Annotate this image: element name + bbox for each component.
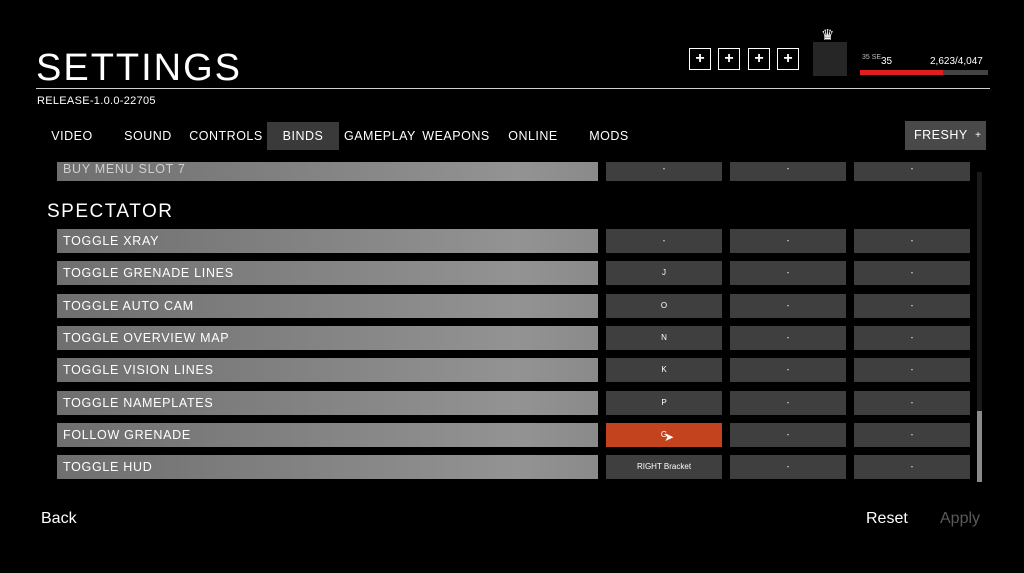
bind-key-tertiary[interactable]: -	[854, 455, 970, 479]
tab-controls[interactable]: CONTROLS	[188, 122, 264, 150]
xp-text: 2,623/4,047	[930, 56, 983, 67]
page-title: SETTINGS	[36, 47, 243, 89]
bind-key-primary[interactable]: K	[606, 358, 722, 382]
tab-binds[interactable]: BINDS	[267, 122, 339, 150]
version-label: RELEASE-1.0.0-22705	[37, 95, 156, 107]
bind-row[interactable]: TOGGLE OVERVIEW MAP N - -	[0, 326, 1024, 350]
bind-key-tertiary[interactable]: -	[854, 391, 970, 415]
bind-label: TOGGLE XRAY	[57, 229, 598, 253]
bind-key-secondary[interactable]: -	[730, 294, 846, 318]
bind-row[interactable]: TOGGLE HUD RIGHT Bracket - -	[0, 455, 1024, 479]
add-slot-button-1[interactable]: +	[689, 48, 711, 70]
bind-key-secondary[interactable]: -	[730, 229, 846, 253]
bind-key-primary[interactable]: J	[606, 261, 722, 285]
tab-mods[interactable]: MODS	[578, 122, 640, 150]
header-divider	[36, 88, 990, 89]
bind-label: TOGGLE VISION LINES	[57, 358, 598, 382]
bind-key-secondary[interactable]: -	[730, 162, 846, 181]
bind-key-secondary[interactable]: -	[730, 261, 846, 285]
bind-label: TOGGLE OVERVIEW MAP	[57, 326, 598, 350]
bind-row[interactable]: TOGGLE AUTO CAM O - -	[0, 294, 1024, 318]
bind-key-primary[interactable]: RIGHT Bracket	[606, 455, 722, 479]
add-slot-button-2[interactable]: +	[718, 48, 740, 70]
bind-row[interactable]: TOGGLE GRENADE LINES J - -	[0, 261, 1024, 285]
reset-button[interactable]: Reset	[866, 510, 908, 528]
bind-label: FOLLOW GRENADE	[57, 423, 598, 447]
bind-key-tertiary[interactable]: -	[854, 162, 970, 181]
bind-key-primary[interactable]: N	[606, 326, 722, 350]
bind-row-selected[interactable]: FOLLOW GRENADE G - -	[0, 423, 1024, 447]
add-slot-button-3[interactable]: +	[748, 48, 770, 70]
tab-gameplay[interactable]: GAMEPLAY	[344, 122, 415, 150]
bind-label: TOGGLE HUD	[57, 455, 598, 479]
partial-row-clip: BUY MENU SLOT 7 - - -	[0, 162, 1024, 182]
bind-label: TOGGLE NAMEPLATES	[57, 391, 598, 415]
bind-row[interactable]: TOGGLE XRAY - - -	[0, 229, 1024, 253]
profile-name: FRESHY	[914, 128, 968, 142]
rank-icon-text: 35 SE	[862, 54, 882, 61]
bind-label: BUY MENU SLOT 7	[57, 162, 598, 181]
bind-key-secondary[interactable]: -	[730, 326, 846, 350]
binds-list: TOGGLE XRAY - - - TOGGLE GRENADE LINES J…	[0, 229, 1024, 489]
bind-key-tertiary[interactable]: -	[854, 229, 970, 253]
tab-online[interactable]: ONLINE	[498, 122, 568, 150]
avatar[interactable]	[813, 42, 847, 76]
bind-key-secondary[interactable]: -	[730, 455, 846, 479]
bind-key-tertiary[interactable]: -	[854, 294, 970, 318]
crown-icon: ♛	[821, 27, 835, 44]
apply-button[interactable]: Apply	[940, 510, 980, 528]
bind-key-tertiary[interactable]: -	[854, 358, 970, 382]
tab-weapons[interactable]: WEAPONS	[421, 122, 491, 150]
player-level: 35	[881, 56, 893, 67]
bind-key-secondary[interactable]: -	[730, 423, 846, 447]
rank-icon: 35 SE	[862, 54, 881, 61]
mouse-cursor-icon: ➤	[664, 430, 675, 444]
bind-key-primary[interactable]: P	[606, 391, 722, 415]
bind-label: TOGGLE GRENADE LINES	[57, 261, 598, 285]
bind-label: TOGGLE AUTO CAM	[57, 294, 598, 318]
bind-key-tertiary[interactable]: -	[854, 326, 970, 350]
bind-key-secondary[interactable]: -	[730, 358, 846, 382]
profile-selector[interactable]: FRESHY +	[905, 121, 986, 150]
bind-key-tertiary[interactable]: -	[854, 423, 970, 447]
section-title: SPECTATOR	[47, 201, 174, 222]
bind-key-tertiary[interactable]: -	[854, 261, 970, 285]
bind-key-primary[interactable]: -	[606, 229, 722, 253]
bind-key-primary[interactable]: O	[606, 294, 722, 318]
tab-video[interactable]: VIDEO	[36, 122, 108, 150]
bind-row-partial[interactable]: BUY MENU SLOT 7 - - -	[0, 162, 1024, 181]
bind-key-secondary[interactable]: -	[730, 391, 846, 415]
add-profile-icon[interactable]: +	[975, 121, 981, 150]
xp-bar	[860, 70, 988, 75]
bind-row[interactable]: TOGGLE VISION LINES K - -	[0, 358, 1024, 382]
scrollbar-thumb[interactable]	[977, 411, 982, 482]
tab-sound[interactable]: SOUND	[116, 122, 180, 150]
xp-bar-fill	[860, 70, 943, 75]
back-button[interactable]: Back	[41, 510, 77, 528]
bind-key-primary[interactable]: -	[606, 162, 722, 181]
bind-row[interactable]: TOGGLE NAMEPLATES P - -	[0, 391, 1024, 415]
add-slot-button-4[interactable]: +	[777, 48, 799, 70]
